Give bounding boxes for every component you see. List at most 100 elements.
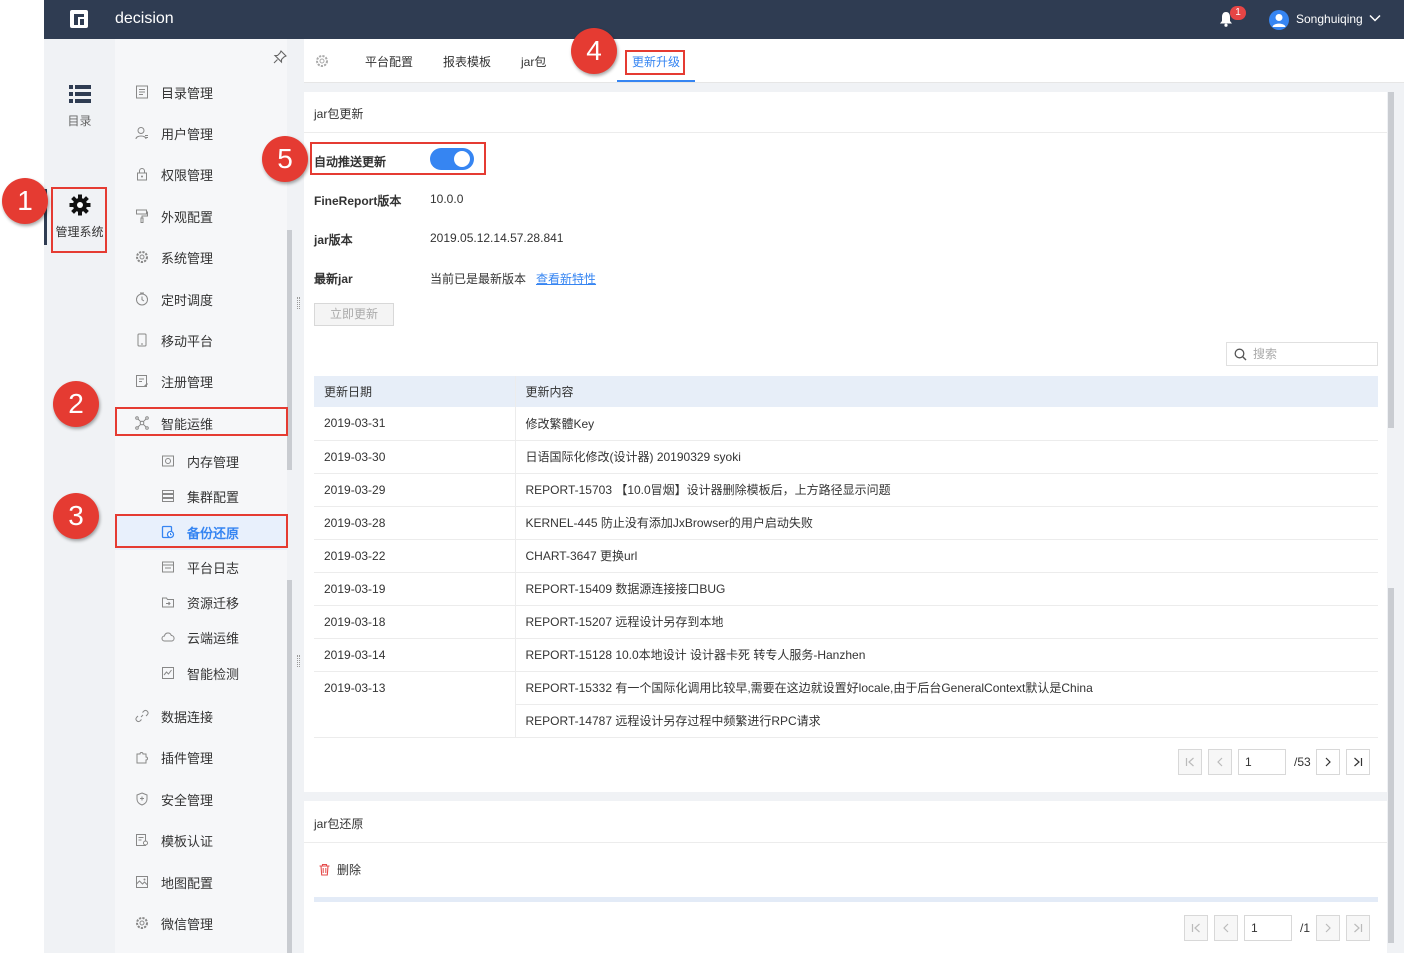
monitor-chart-icon [162, 667, 174, 679]
menu-item-label: 插件管理 [161, 750, 214, 766]
pin-icon[interactable] [273, 50, 287, 64]
cell-content: 修改繁體Key [515, 407, 1378, 441]
menu-item-security[interactable]: 安全管理 [115, 781, 287, 817]
menu-item-smart-detect[interactable]: 智能检测 [115, 655, 287, 691]
rail-item-catalog[interactable]: 目录 [44, 85, 115, 129]
chevron-left-icon [1223, 923, 1229, 933]
cell-content: REPORT-15128 10.0本地设计 设计器卡死 转专人服务-Hanzhe… [515, 638, 1378, 672]
tab-platform-config[interactable]: 平台配置 [365, 53, 413, 70]
first-page-button[interactable] [1178, 749, 1202, 775]
cell-date: 2019-03-18 [314, 605, 516, 639]
prev-page-button[interactable] [1208, 749, 1232, 775]
rail-item-label: 目录 [67, 114, 92, 128]
chevron-right-icon [1325, 923, 1331, 933]
jar-version-value: 2019.05.12.14.57.28.841 [430, 231, 564, 245]
delete-button[interactable]: 删除 [318, 861, 361, 878]
mobile-icon [137, 333, 147, 347]
annotation-step-3: 3 [53, 493, 99, 539]
app-title: decision [115, 10, 174, 27]
page-number-input[interactable]: 1 [1244, 915, 1292, 941]
settings-tab-icon[interactable] [315, 54, 329, 68]
menu-item-label: 模板认证 [161, 833, 214, 849]
last-page-icon [1354, 757, 1363, 767]
table-row[interactable]: 2019-03-30 日语国际化修改(设计器) 20190329 syoki [314, 440, 1378, 474]
table-row[interactable]: 2019-03-31 修改繁體Key [314, 407, 1378, 441]
column-header-content[interactable]: 更新内容 [515, 376, 1378, 407]
content-scrollbar-lower[interactable] [1388, 588, 1394, 943]
menu-item-cloud-ops[interactable]: 云端运维 [115, 619, 287, 655]
splitter-grip-icon[interactable] [297, 655, 300, 667]
menu-item-memory[interactable]: 内存管理 [115, 443, 287, 479]
splitter-grip-icon[interactable] [297, 297, 300, 309]
user-name[interactable]: Songhuiqing [1296, 12, 1363, 26]
menu-item-catalog[interactable]: 目录管理 [115, 74, 287, 110]
view-new-features-link[interactable]: 查看新特性 [536, 272, 596, 286]
next-page-button[interactable] [1316, 749, 1340, 775]
folder-export-icon [162, 597, 174, 608]
menu-item-system[interactable]: 系统管理 [115, 239, 287, 275]
menu-item-platform-log[interactable]: 平台日志 [115, 549, 287, 585]
tab-jar[interactable]: jar包 [521, 53, 546, 70]
menu-item-label: 集群配置 [187, 489, 240, 505]
menu-item-label: 外观配置 [161, 209, 214, 225]
update-log-table: 更新日期 更新内容 2019-03-31 修改繁體Key 2019-03-30 日语… [314, 376, 1378, 738]
cloud-icon [161, 632, 175, 642]
chevron-down-icon[interactable] [1369, 13, 1381, 23]
last-page-button[interactable] [1346, 749, 1370, 775]
next-page-button[interactable] [1316, 915, 1340, 941]
menu-item-cluster[interactable]: 集群配置 [115, 478, 287, 514]
cell-date: 2019-03-13 [314, 671, 516, 704]
memory-icon [162, 455, 174, 467]
table-row[interactable]: REPORT-14787 远程设计另存过程中频繁进行RPC请求 [314, 704, 1378, 738]
paint-roller-icon [136, 209, 148, 223]
last-page-button[interactable] [1346, 915, 1370, 941]
wechat-icon [136, 917, 148, 929]
prev-page-button[interactable] [1214, 915, 1238, 941]
annotation-step-4: 4 [571, 28, 617, 74]
page-number-input[interactable]: 1 [1238, 749, 1286, 775]
menu-item-registration[interactable]: 注册管理 [115, 363, 287, 399]
update-now-button[interactable]: 立即更新 [314, 303, 394, 326]
cell-content: REPORT-15332 有一个国际化调用比较早,需要在这边就设置好locale… [515, 671, 1378, 705]
menu-item-plugins[interactable]: 插件管理 [115, 739, 287, 775]
table-row[interactable]: 2019-03-18 REPORT-15207 远程设计另存到本地 [314, 605, 1378, 639]
menu-item-schedule[interactable]: 定时调度 [115, 281, 287, 317]
table-row[interactable]: 2019-03-19 REPORT-15409 数据源连接接口BUG [314, 572, 1378, 606]
map-icon [136, 876, 148, 888]
menu-item-users[interactable]: 用户管理 [115, 115, 287, 151]
table-row[interactable]: 2019-03-14 REPORT-15128 10.0本地设计 设计器卡死 转专… [314, 638, 1378, 672]
column-header-date[interactable]: 更新日期 [314, 376, 516, 407]
menu-item-data-connection[interactable]: 数据连接 [115, 698, 287, 734]
table-row[interactable]: 2019-03-22 CHART-3647 更换url [314, 539, 1378, 573]
last-page-icon [1354, 923, 1363, 933]
annotation-step-5: 5 [262, 136, 308, 182]
cell-date: 2019-03-19 [314, 572, 516, 606]
menu-item-template-auth[interactable]: 模板认证 [115, 822, 287, 858]
menu-item-resource-migration[interactable]: 资源迁移 [115, 584, 287, 620]
first-page-button[interactable] [1184, 915, 1208, 941]
fr-version-value: 10.0.0 [430, 192, 464, 206]
tab-report-template[interactable]: 报表模板 [443, 53, 491, 70]
menu-item-mobile[interactable]: 移动平台 [115, 322, 287, 358]
annotation-highlight-backup [115, 514, 288, 548]
menu-item-label: 内存管理 [187, 454, 240, 470]
user-avatar[interactable] [1269, 10, 1289, 30]
search-input[interactable] [1253, 345, 1373, 363]
cell-date: 2019-03-29 [314, 473, 516, 507]
side-menu: 目录管理 用户管理 权限管理 外观配置 系统管理 定时调度 移动平台 注册管理 [115, 39, 287, 953]
content-scrollbar[interactable] [1388, 92, 1394, 428]
table-row[interactable]: 2019-03-29 REPORT-15703 【10.0冒烟】设计器删除模板后，… [314, 473, 1378, 507]
page-total: /53 [1294, 755, 1311, 769]
update-log-pager: 1 /53 [1178, 749, 1378, 775]
table-row[interactable]: 2019-03-28 KERNEL-445 防止没有添加JxBrowser的用户启… [314, 506, 1378, 540]
menu-item-appearance[interactable]: 外观配置 [115, 198, 287, 234]
menu-scrollbar-lower[interactable] [287, 580, 292, 953]
menu-item-wechat[interactable]: 微信管理 [115, 905, 287, 941]
table-row[interactable]: 2019-03-13 REPORT-15332 有一个国际化调用比较早,需要在这边… [314, 671, 1378, 705]
menu-item-map[interactable]: 地图配置 [115, 864, 287, 900]
cell-date: 2019-03-31 [314, 407, 516, 441]
app-logo-icon[interactable] [70, 10, 88, 28]
search-box[interactable] [1226, 342, 1378, 366]
cell-content: REPORT-15409 数据源连接接口BUG [515, 572, 1378, 606]
menu-item-label: 资源迁移 [187, 595, 240, 611]
